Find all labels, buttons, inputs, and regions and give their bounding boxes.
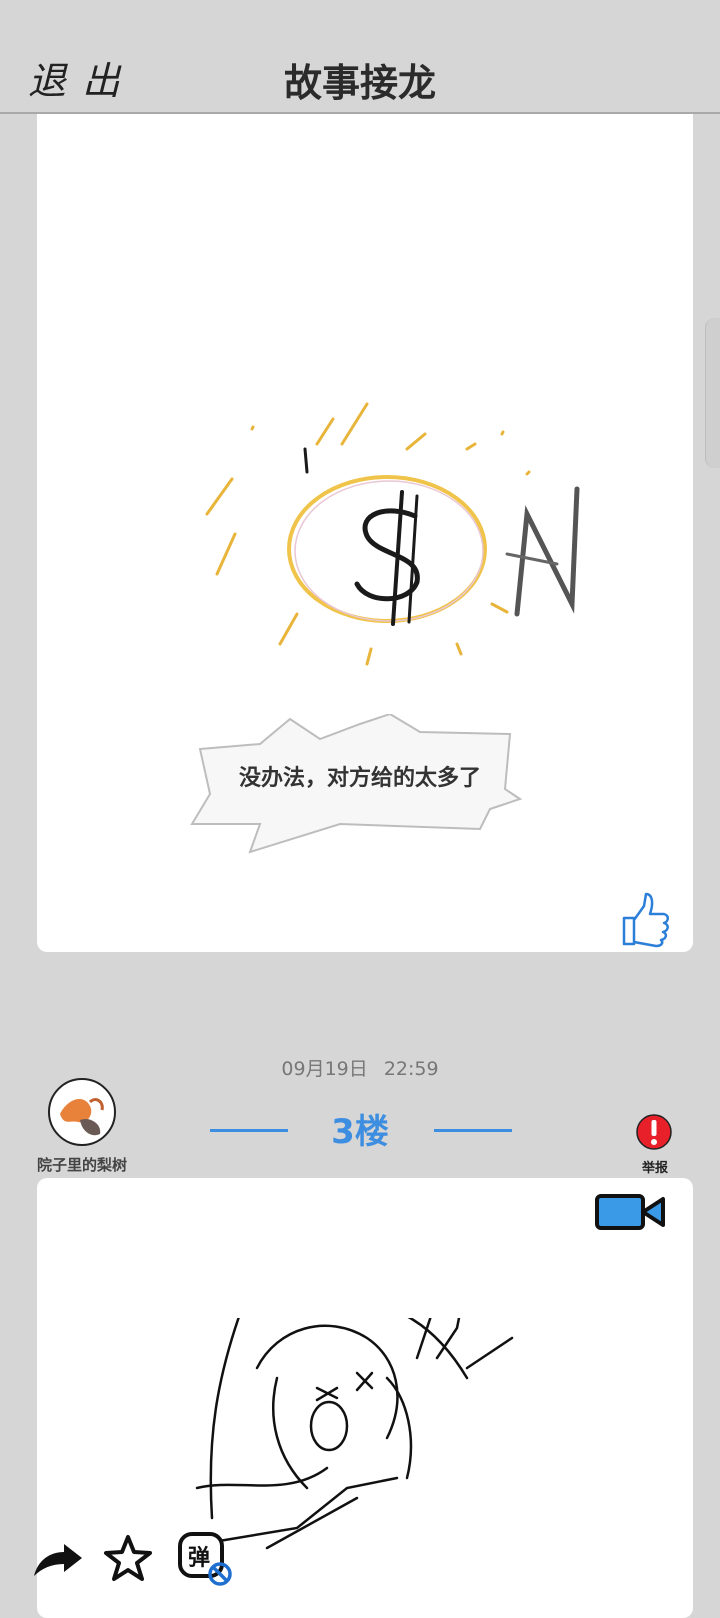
- report-button-label[interactable]: 举报: [628, 1157, 682, 1176]
- app-header: 退出 故事接龙: [0, 0, 720, 114]
- post-timestamp: 09月19日 22:59: [281, 1058, 439, 1080]
- thumbs-up-icon[interactable]: [616, 890, 670, 948]
- speech-bubble: 没办法，对方给的太多了: [190, 714, 530, 854]
- username[interactable]: 院子里的梨树: [20, 1154, 144, 1175]
- floor-divider-right: [434, 1129, 512, 1132]
- page-title: 故事接龙: [283, 61, 436, 105]
- danmaku-glyph: 弹: [188, 1546, 211, 1571]
- story-panel-card: 没办法，对方给的太多了: [37, 114, 693, 952]
- side-drawer-handle[interactable]: [705, 318, 720, 468]
- share-arrow-icon[interactable]: [30, 1540, 84, 1580]
- video-camera-icon[interactable]: [595, 1193, 667, 1231]
- danmaku-icon[interactable]: 弹: [176, 1530, 234, 1586]
- floor-number: 3楼: [331, 1112, 389, 1152]
- report-icon[interactable]: [636, 1112, 672, 1152]
- star-icon[interactable]: [103, 1534, 153, 1582]
- speech-caption: 没办法，对方给的太多了: [238, 766, 481, 791]
